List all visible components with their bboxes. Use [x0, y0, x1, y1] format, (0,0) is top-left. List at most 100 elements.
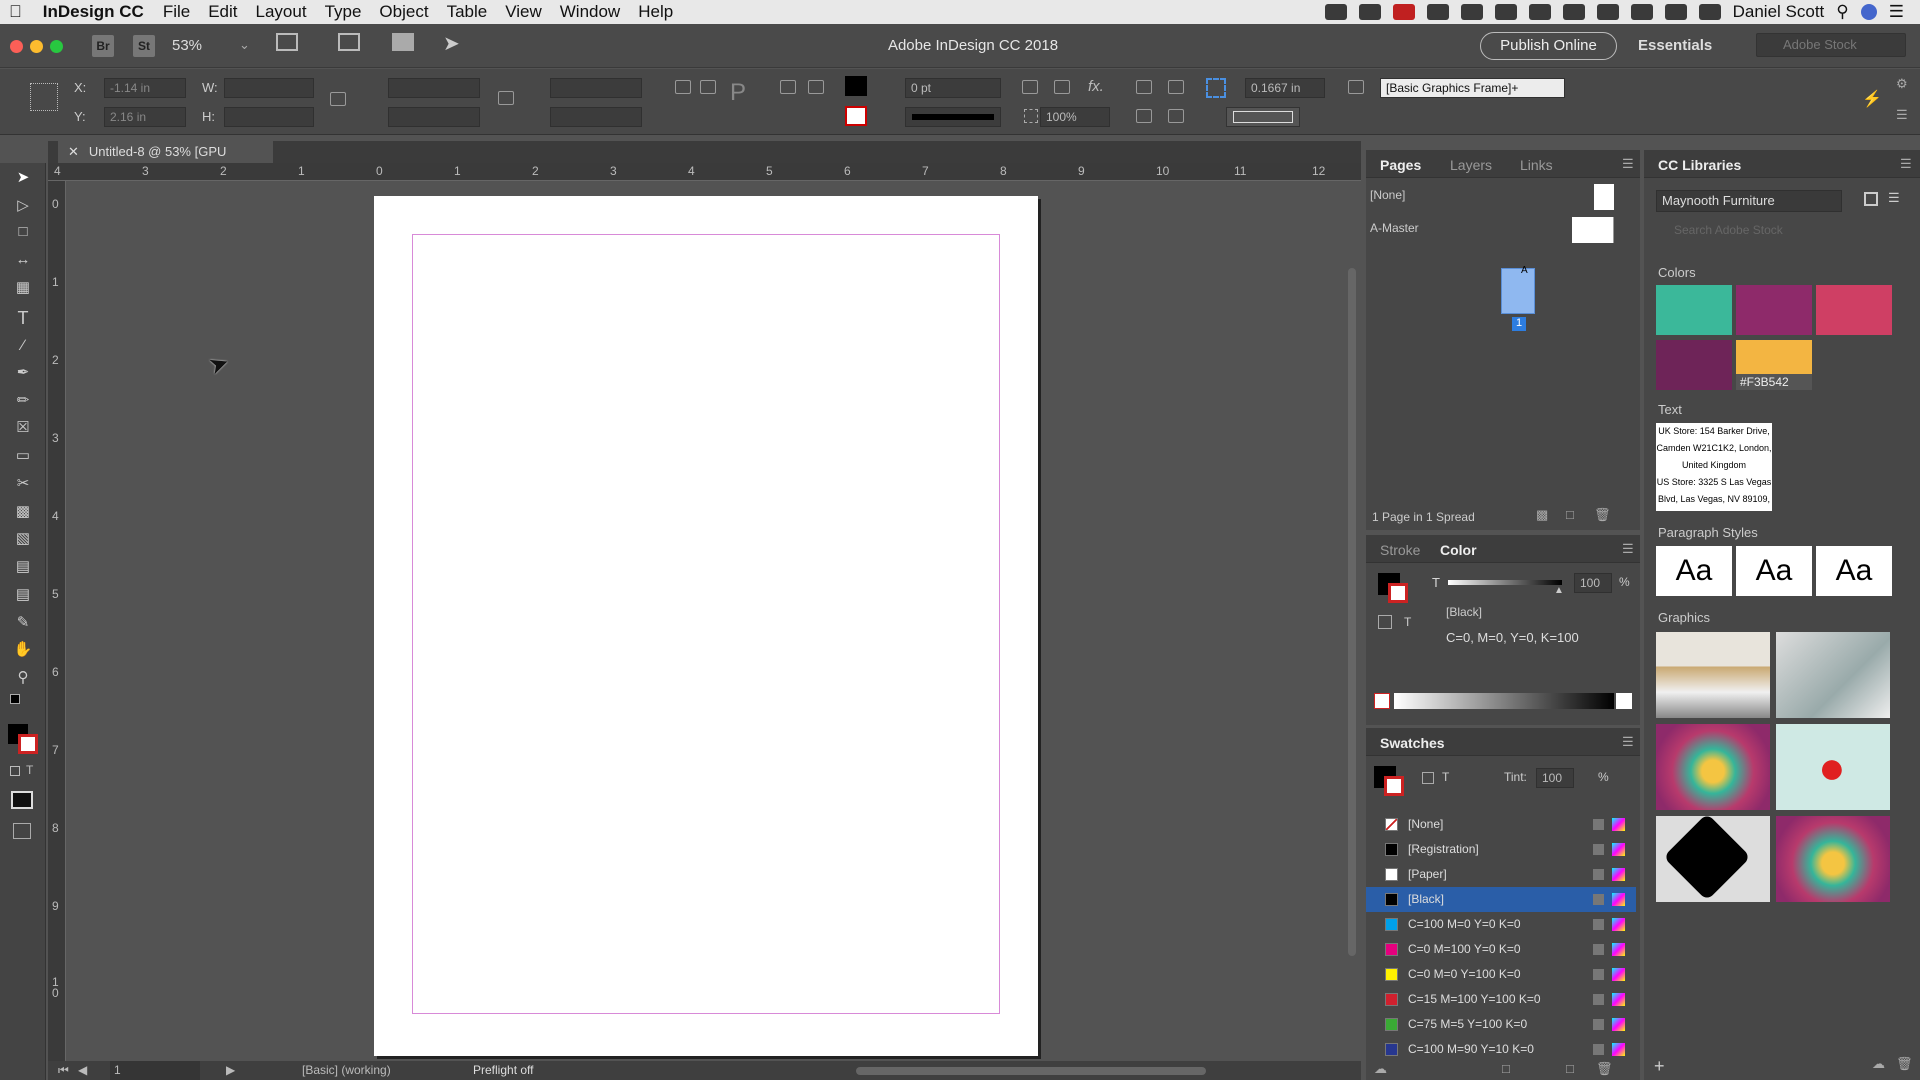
edit-page-size-icon[interactable]: ▩ [1536, 507, 1548, 523]
horizontal-scrollbar[interactable] [856, 1067, 1206, 1075]
previous-page-icon[interactable]: ◀ [78, 1061, 87, 1080]
default-colors-icon[interactable] [10, 694, 20, 704]
scale-x-field[interactable] [388, 78, 480, 98]
text-asset[interactable]: UK Store: 154 Barker Drive, Camden W21C1… [1656, 423, 1772, 511]
new-swatch-icon[interactable]: □ [1566, 1061, 1574, 1076]
style-status[interactable]: [Basic] (working) [302, 1061, 391, 1080]
library-dropdown[interactable]: Maynooth Furniture [1656, 190, 1842, 212]
paragraph-styles-label[interactable]: Paragraph Styles [1658, 525, 1758, 540]
swatch-grid-icon[interactable]: ☁ [1374, 1061, 1387, 1077]
graphics-section-label[interactable]: Graphics [1658, 610, 1710, 625]
swatch-row[interactable]: [Paper] [1366, 862, 1636, 887]
library-search[interactable]: Search Adobe Stock [1656, 220, 1906, 240]
rotation-field[interactable] [550, 78, 642, 98]
panel-menu-icon[interactable]: ☰ [1622, 156, 1634, 172]
object-style-icon[interactable] [1348, 80, 1364, 94]
vertical-ruler[interactable]: 0 1 2 3 4 5 6 7 8 9 1 0 [48, 181, 66, 1061]
screen-icon[interactable] [1426, 4, 1449, 20]
bluetooth-icon[interactable] [1562, 4, 1585, 20]
tint-slider[interactable] [1448, 580, 1562, 585]
align-icon[interactable] [1136, 109, 1152, 123]
menu-edit[interactable]: Edit [199, 0, 246, 24]
tab-links[interactable]: Links [1520, 157, 1553, 173]
tab-swatches[interactable]: Swatches [1380, 735, 1445, 751]
swatch-row[interactable]: C=100 M=0 Y=0 K=0 [1366, 912, 1636, 937]
swatch-row[interactable]: C=0 M=100 Y=0 K=0 [1366, 937, 1636, 962]
creative-cloud-icon[interactable] [1358, 4, 1381, 20]
selection-tool-icon[interactable]: ➤ [13, 169, 33, 187]
dropbox-icon[interactable] [1324, 4, 1347, 20]
scissors-tool-icon[interactable]: ✂ [13, 475, 33, 493]
airplay-icon[interactable] [1630, 4, 1653, 20]
next-page-icon[interactable]: ▶ [226, 1061, 235, 1080]
new-page-icon[interactable]: □ [1566, 507, 1574, 522]
swatch-row[interactable]: C=100 M=90 Y=10 K=0 [1366, 1037, 1636, 1062]
app-menu[interactable]: InDesign CC [31, 0, 154, 24]
first-page-icon[interactable]: ⏮ [58, 1061, 69, 1080]
offset-field[interactable]: 0.1667 in [1245, 78, 1325, 98]
w-field[interactable] [224, 78, 314, 98]
hand-tool-icon[interactable]: ✋ [13, 641, 33, 659]
distribute-icon[interactable] [1168, 109, 1184, 123]
frame-fitting-icon[interactable] [1022, 80, 1038, 94]
rotate-icon[interactable] [675, 80, 691, 94]
gradient-tool-icon[interactable]: ▧ [13, 530, 33, 548]
paragraph-style-asset[interactable]: Aa [1736, 546, 1812, 596]
tag-graphic-asset[interactable] [1656, 816, 1770, 902]
notification-icon[interactable]: ☰ [1889, 2, 1904, 22]
delete-asset-icon[interactable]: 🗑 [1896, 1056, 1913, 1072]
wifi-icon[interactable] [1596, 4, 1619, 20]
zoom-tool-icon[interactable]: ⚲ [13, 669, 33, 687]
tab-cc-libraries[interactable]: CC Libraries [1658, 157, 1741, 173]
x-field[interactable]: -1.14 in [104, 78, 186, 98]
none-master-thumb[interactable] [1594, 184, 1614, 210]
menu-view[interactable]: View [496, 0, 551, 24]
colors-section-label[interactable]: Colors [1658, 265, 1696, 280]
stroke-type-dropdown[interactable] [905, 107, 1001, 127]
rectangle-tool-icon[interactable]: ▭ [13, 447, 33, 465]
reference-point-icon[interactable] [30, 83, 58, 111]
swatch-folder-icon[interactable]: □ [1502, 1061, 1510, 1076]
swatch-row[interactable]: [Black] [1366, 887, 1636, 912]
none-master-label[interactable]: [None] [1370, 188, 1405, 202]
adobe-stock-search[interactable]: Adobe Stock [1756, 33, 1906, 57]
none-color-icon[interactable] [1374, 693, 1390, 709]
document-tab[interactable]: ✕Untitled-8 @ 53% [GPU Preview] [58, 141, 273, 181]
swatches-stroke-swatch[interactable] [1384, 776, 1404, 796]
type-tool-icon[interactable]: T [13, 309, 33, 327]
effects-icon[interactable]: fx. [1088, 78, 1104, 95]
formatting-container-icon[interactable] [10, 766, 20, 776]
wrap-around-icon[interactable] [1168, 80, 1184, 94]
link-icon[interactable] [498, 91, 514, 105]
library-color-swatch[interactable] [1656, 285, 1732, 335]
content-collector-icon[interactable]: ▦ [13, 279, 33, 297]
panel-menu-icon[interactable]: ☰ [1622, 541, 1634, 557]
grid-view-icon[interactable] [1864, 192, 1878, 206]
swatch-row[interactable]: C=15 M=100 Y=100 K=0 [1366, 987, 1636, 1012]
app-icon[interactable] [1494, 4, 1517, 20]
text-section-label[interactable]: Text [1658, 402, 1682, 417]
direct-selection-tool-icon[interactable]: ▷ [13, 197, 33, 215]
spotlight-icon[interactable]: ⚲ [1836, 2, 1848, 22]
vertical-scrollbar[interactable] [1348, 268, 1356, 956]
control-menu-icon[interactable]: ☰ [1896, 107, 1908, 123]
constrain-proportions-icon[interactable] [330, 92, 346, 106]
tab-stroke[interactable]: Stroke [1380, 542, 1420, 558]
rotate-ccw-icon[interactable] [700, 80, 716, 94]
user-name[interactable]: Daniel Scott [1733, 2, 1825, 22]
panel-menu-icon[interactable]: ☰ [1622, 734, 1634, 750]
swatch-row[interactable]: C=0 M=0 Y=100 K=0 [1366, 962, 1636, 987]
lightning-icon[interactable]: ⚡ [1862, 89, 1882, 109]
rectangle-frame-tool-icon[interactable]: ☒ [13, 419, 33, 437]
menu-file[interactable]: File [154, 0, 199, 24]
library-color-swatch[interactable] [1656, 340, 1732, 390]
tint-field[interactable]: 100 [1574, 573, 1612, 593]
a-master-thumb[interactable] [1572, 217, 1614, 243]
auto-fit-icon[interactable] [1206, 78, 1226, 98]
page-tool-icon[interactable]: □ [13, 223, 33, 241]
h-field[interactable] [224, 107, 314, 127]
document-page[interactable] [374, 196, 1038, 1056]
list-view-icon[interactable]: ☰ [1888, 190, 1900, 206]
library-color-swatch[interactable] [1736, 285, 1812, 335]
object-style-dropdown[interactable]: [Basic Graphics Frame]+ [1380, 78, 1565, 98]
